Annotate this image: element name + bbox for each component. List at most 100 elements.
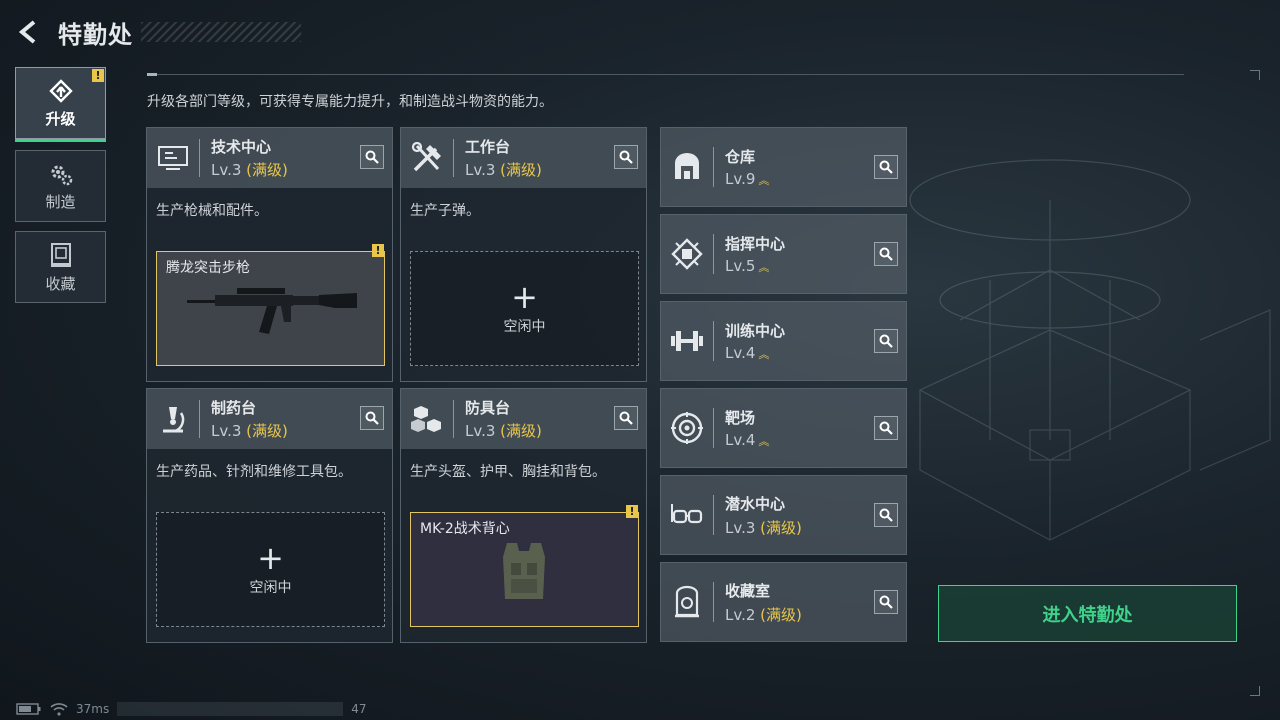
facility-name: 仓库 bbox=[725, 148, 756, 166]
wifi-icon bbox=[50, 703, 68, 716]
card-header: 制药台 Lv.3 (满级) bbox=[147, 389, 392, 449]
target-icon bbox=[671, 412, 703, 444]
facility-name: 指挥中心 bbox=[725, 235, 786, 253]
search-button[interactable] bbox=[874, 155, 898, 179]
facility-level: Lv.4 ︽ bbox=[725, 431, 770, 449]
magnifier-icon bbox=[365, 150, 379, 164]
sidebar-item-collection[interactable]: 收藏 bbox=[15, 231, 106, 303]
back-button[interactable] bbox=[14, 17, 44, 47]
magnifier-icon bbox=[879, 334, 893, 348]
card-header: 工作台 Lv.3 (满级) bbox=[401, 128, 646, 188]
alert-badge: ! bbox=[626, 505, 638, 518]
sidebar-item-upgrade[interactable]: 升级 ! bbox=[15, 67, 106, 142]
battery-icon bbox=[16, 703, 41, 715]
status-bar: 37ms 47 bbox=[16, 702, 367, 716]
magnifier-icon bbox=[619, 411, 633, 425]
collection-icon bbox=[50, 242, 71, 267]
facility-name: 技术中心 bbox=[211, 138, 272, 156]
facility-level: Lv.3 (满级) bbox=[211, 422, 288, 440]
header: 特勤处 bbox=[14, 14, 301, 50]
facility-card-armor-bench[interactable]: 防具台 Lv.3 (满级) 生产头盔、护甲、胸挂和背包。 MK-2战术背心 ! bbox=[400, 388, 647, 643]
facility-level: Lv.4 ︽ bbox=[725, 344, 770, 362]
back-arrow-icon bbox=[18, 20, 36, 44]
divider bbox=[147, 73, 1184, 76]
facility-level: Lv.3 (满级) bbox=[725, 518, 802, 537]
upgrade-chevron-icon: ︽ bbox=[758, 348, 770, 361]
facility-card-pharmacy[interactable]: 制药台 Lv.3 (满级) 生产药品、针剂和维修工具包。 + 空闲中 bbox=[146, 388, 393, 643]
facility-description: 生产枪械和配件。 bbox=[156, 203, 268, 219]
magnifier-icon bbox=[879, 595, 893, 609]
page-description: 升级各部门等级，可获得专属能力提升，和制造战斗物资的能力。 bbox=[147, 94, 553, 110]
corner-decoration bbox=[1250, 70, 1260, 80]
facility-description: 生产头盔、护甲、胸挂和背包。 bbox=[410, 464, 606, 480]
upgrade-chevron-icon: ︽ bbox=[758, 174, 770, 187]
upgrade-chevron-icon: ︽ bbox=[758, 435, 770, 448]
item-name: 腾龙突击步枪 bbox=[166, 260, 250, 276]
facility-card-tech-center[interactable]: 技术中心 Lv.3 (满级) 生产枪械和配件。 腾龙突击步枪 ! bbox=[146, 127, 393, 382]
facility-tile-diving-center[interactable]: 潜水中心 Lv.3 (满级) bbox=[660, 475, 907, 555]
facility-description: 生产药品、针剂和维修工具包。 bbox=[156, 464, 352, 480]
sidebar-item-craft[interactable]: 制造 bbox=[15, 150, 106, 222]
facility-tile-command-center[interactable]: 指挥中心 Lv.5 ︽ bbox=[660, 214, 907, 294]
facility-level: Lv.3 (满级) bbox=[465, 161, 542, 179]
slot-status: 空闲中 bbox=[503, 318, 546, 335]
facility-name: 潜水中心 bbox=[725, 494, 786, 513]
card-header: 防具台 Lv.3 (满级) bbox=[401, 389, 646, 449]
facility-tile-warehouse[interactable]: 仓库 Lv.9 ︽ bbox=[660, 127, 907, 207]
alert-badge: ! bbox=[372, 244, 384, 257]
gears-icon bbox=[51, 165, 72, 185]
search-button[interactable] bbox=[360, 406, 384, 430]
goggles-icon bbox=[671, 504, 703, 524]
add-icon: + bbox=[257, 538, 284, 577]
facility-level: Lv.2 (满级) bbox=[725, 605, 802, 624]
search-button[interactable] bbox=[874, 416, 898, 440]
cubes-icon bbox=[411, 406, 441, 432]
search-button[interactable] bbox=[874, 503, 898, 527]
production-slot-empty[interactable]: + 空闲中 bbox=[156, 512, 385, 627]
sidebar-item-label: 收藏 bbox=[45, 274, 76, 293]
magnifier-icon bbox=[879, 421, 893, 435]
facility-name: 收藏室 bbox=[725, 581, 771, 600]
item-name: MK-2战术背心 bbox=[420, 521, 510, 537]
facility-card-workbench[interactable]: 工作台 Lv.3 (满级) 生产子弹。 + 空闲中 bbox=[400, 127, 647, 382]
base-structure-background bbox=[909, 159, 1271, 541]
warehouse-icon bbox=[675, 153, 699, 179]
facility-level: Lv.3 (满级) bbox=[211, 161, 288, 179]
facility-name: 防具台 bbox=[465, 399, 511, 417]
sidebar-item-label: 升级 bbox=[45, 109, 76, 128]
magnifier-icon bbox=[365, 411, 379, 425]
search-button[interactable] bbox=[614, 406, 638, 430]
sidebar-item-label: 制造 bbox=[45, 192, 76, 211]
search-button[interactable] bbox=[874, 242, 898, 266]
magnifier-icon bbox=[879, 247, 893, 261]
search-button[interactable] bbox=[874, 329, 898, 353]
monitor-icon bbox=[158, 146, 188, 170]
magnifier-icon bbox=[879, 508, 893, 522]
facility-tile-shooting-range[interactable]: 靶场 Lv.4 ︽ bbox=[660, 388, 907, 468]
facility-description: 生产子弹。 bbox=[410, 203, 480, 219]
production-slot[interactable]: 腾龙突击步枪 ! bbox=[156, 244, 385, 366]
rifle-icon bbox=[187, 288, 357, 334]
production-slot-empty[interactable]: + 空闲中 bbox=[410, 251, 639, 366]
page-title: 特勤处 bbox=[58, 20, 133, 49]
search-button[interactable] bbox=[874, 590, 898, 614]
fps-value: 47 bbox=[351, 702, 367, 716]
blurred-info bbox=[117, 702, 344, 716]
facility-level: Lv.9 ︽ bbox=[725, 170, 770, 188]
magnifier-icon bbox=[619, 150, 633, 164]
card-header: 技术中心 Lv.3 (满级) bbox=[147, 128, 392, 188]
facility-name: 工作台 bbox=[465, 138, 511, 156]
search-button[interactable] bbox=[614, 145, 638, 169]
enter-special-ops-button[interactable]: 进入特勤处 bbox=[938, 585, 1237, 642]
search-button[interactable] bbox=[360, 145, 384, 169]
microscope-icon bbox=[163, 407, 185, 433]
facility-tile-collection-room[interactable]: 收藏室 Lv.2 (满级) bbox=[660, 562, 907, 642]
dumbbell-icon bbox=[671, 331, 703, 351]
alert-badge: ! bbox=[92, 69, 104, 82]
chip-icon bbox=[671, 238, 703, 270]
facility-tile-training-center[interactable]: 训练中心 Lv.4 ︽ bbox=[660, 301, 907, 381]
upgrade-chevron-icon: ︽ bbox=[758, 261, 770, 274]
production-slot[interactable]: MK-2战术背心 ! bbox=[410, 505, 639, 627]
vest-icon bbox=[503, 543, 545, 599]
facility-level: Lv.5 ︽ bbox=[725, 257, 770, 275]
